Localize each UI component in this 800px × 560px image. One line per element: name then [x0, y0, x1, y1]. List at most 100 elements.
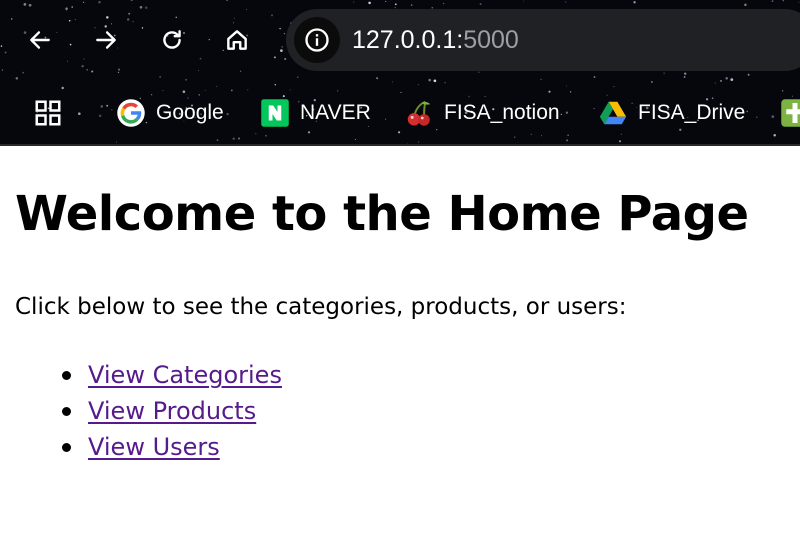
- star: [68, 19, 71, 22]
- home-button[interactable]: [217, 20, 257, 60]
- page-title: Welcome to the Home Page: [15, 186, 749, 242]
- star: [216, 85, 218, 87]
- star: [130, 0, 133, 2]
- star: [798, 1, 800, 3]
- star: [593, 107, 595, 110]
- star: [208, 38, 210, 41]
- reload-button[interactable]: [152, 20, 192, 60]
- star: [69, 43, 72, 46]
- url-host: 127.0.0.1:: [352, 26, 464, 54]
- star: [684, 72, 687, 75]
- star: [398, 131, 401, 134]
- star: [247, 89, 249, 91]
- apps-grid-icon: [33, 98, 63, 128]
- reload-icon: [163, 30, 181, 49]
- bookmark-overflow[interactable]: [780, 93, 800, 133]
- star: [651, 81, 653, 83]
- star: [567, 134, 569, 137]
- star: [782, 0, 784, 2]
- star: [100, 105, 104, 108]
- bookmark-google[interactable]: Google: [116, 93, 224, 133]
- star: [22, 71, 25, 74]
- star: [116, 141, 117, 143]
- star: [283, 32, 286, 35]
- bookmark-label: FISA_Drive: [638, 101, 746, 124]
- star: [126, 18, 130, 21]
- star: [433, 79, 437, 83]
- star: [417, 141, 420, 143]
- bookmark-naver[interactable]: NAVER: [260, 93, 371, 133]
- star: [730, 78, 734, 81]
- bookmark-fisa-notion[interactable]: FISA_notion: [404, 93, 560, 133]
- bookmark-label: NAVER: [300, 101, 371, 124]
- star: [281, 46, 283, 48]
- star: [620, 133, 622, 135]
- bookmark-label: Google: [156, 101, 224, 124]
- star: [10, 18, 13, 20]
- star: [353, 1, 355, 3]
- star: [132, 21, 134, 23]
- star: [337, 90, 339, 92]
- star: [199, 57, 202, 60]
- star: [663, 72, 665, 74]
- green-cross-icon: [780, 98, 800, 128]
- star: [683, 76, 686, 78]
- star: [354, 138, 356, 141]
- star: [232, 137, 235, 140]
- star: [618, 140, 622, 143]
- star: [204, 89, 206, 91]
- star: [569, 91, 572, 93]
- star: [771, 115, 775, 118]
- view-categories-link[interactable]: View Categories: [88, 357, 282, 393]
- star: [368, 1, 371, 5]
- star: [106, 104, 109, 107]
- star: [83, 58, 85, 60]
- star: [613, 86, 615, 88]
- star: [270, 14, 274, 17]
- star: [233, 17, 235, 19]
- site-info-button[interactable]: [294, 17, 340, 63]
- star: [523, 0, 524, 2]
- star: [755, 116, 758, 119]
- star: [479, 3, 482, 6]
- forward-button[interactable]: [86, 20, 126, 60]
- star: [23, 3, 27, 6]
- star: [61, 86, 64, 90]
- page-content: Welcome to the Home Page Click below to …: [0, 146, 800, 560]
- star: [714, 82, 716, 84]
- star: [633, 1, 636, 4]
- star: [297, 76, 299, 78]
- star: [417, 84, 419, 86]
- url-text[interactable]: 127.0.0.1:5000: [352, 25, 519, 55]
- star: [238, 137, 240, 140]
- star: [540, 78, 542, 81]
- star: [128, 12, 131, 15]
- star: [565, 1, 567, 3]
- star: [725, 77, 728, 80]
- star: [771, 0, 774, 2]
- star: [782, 90, 784, 92]
- star: [91, 70, 94, 73]
- star: [478, 71, 480, 73]
- apps-button[interactable]: [33, 93, 63, 133]
- star: [1, 69, 4, 71]
- view-users-link[interactable]: View Users: [88, 429, 220, 465]
- star: [279, 27, 281, 30]
- star: [566, 139, 569, 142]
- bookmark-fisa-drive[interactable]: FISA_Drive: [598, 93, 745, 133]
- arrow-right-icon: [96, 31, 116, 49]
- star: [280, 49, 283, 52]
- star: [118, 68, 121, 71]
- info-icon: [305, 28, 329, 52]
- star: [747, 73, 750, 76]
- star: [77, 112, 81, 116]
- star: [67, 60, 69, 62]
- star: [265, 134, 267, 137]
- address-bar[interactable]: 127.0.0.1:5000: [286, 9, 800, 71]
- star: [139, 5, 143, 9]
- star: [410, 4, 413, 6]
- back-button[interactable]: [20, 20, 60, 60]
- star: [239, 70, 242, 72]
- view-products-link[interactable]: View Products: [88, 393, 256, 429]
- star: [86, 68, 89, 71]
